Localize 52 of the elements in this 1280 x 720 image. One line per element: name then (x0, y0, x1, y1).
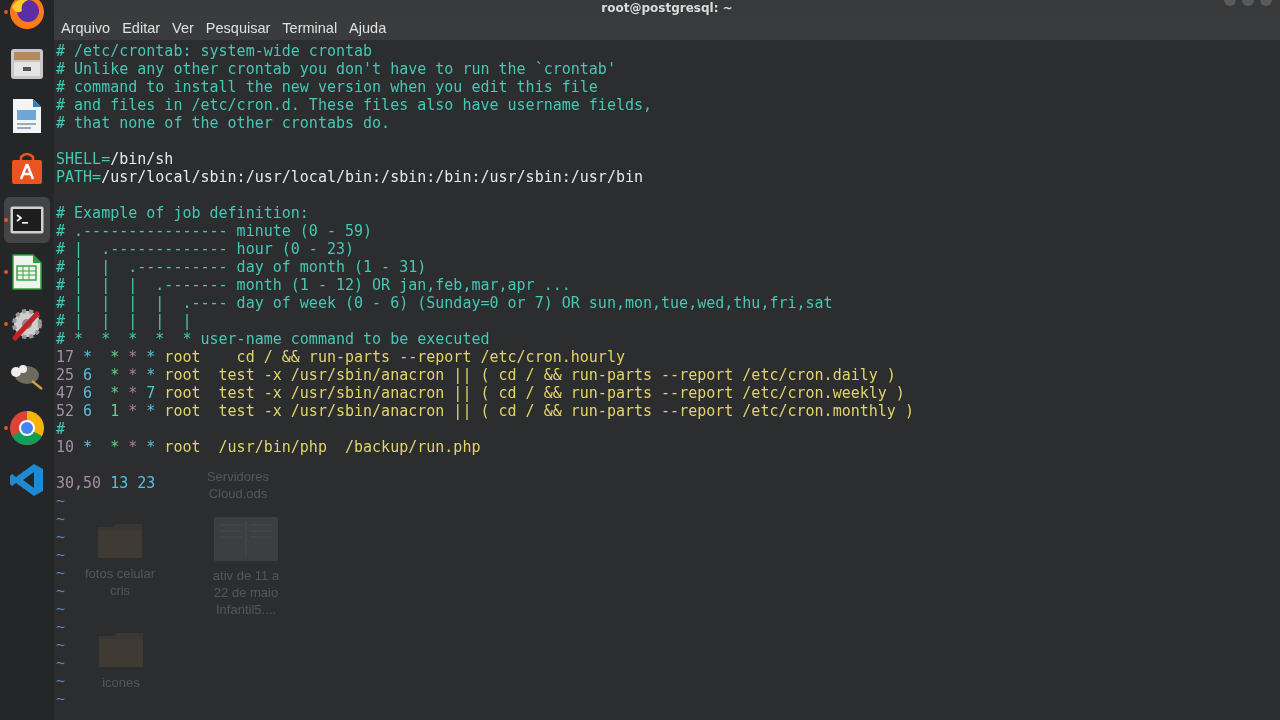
window-title: root@postgresql: ~ (601, 1, 733, 15)
color-wheel-icon (9, 410, 45, 446)
drawer-icon (10, 48, 44, 80)
dock-launcher[interactable] (4, 197, 50, 243)
empty-line-marker: ~ (56, 636, 66, 654)
code-line: 10 * * * * root /usr/bin/php /backup/run.php (56, 438, 481, 456)
empty-line-marker: ~ (56, 654, 66, 672)
code-line: # Unlike any other crontab you don't have to run the `crontab' (56, 60, 616, 78)
code-line: 25 6 * * * root test -x /usr/sbin/anacron || ( cd / && run-parts --report /etc/cron.daily ) (56, 366, 896, 384)
menu-item[interactable]: Editar (117, 20, 166, 36)
code-line: # | | | | .---- day of week (0 - 6) (Sunday=0 or 7) OR sun,mon,tue,wed,thu,fri,sat (56, 294, 833, 312)
empty-line-marker: ~ (56, 492, 66, 510)
empty-line-marker: ~ (56, 600, 66, 618)
empty-line-marker: ~ (56, 690, 66, 708)
code-line: PATH=/usr/local/sbin:/usr/local/bin:/sbin:/bin:/usr/sbin:/usr/bin (56, 168, 643, 186)
code-line: # .---------------- minute (0 - 59) (56, 222, 373, 240)
empty-line-marker: ~ (56, 510, 66, 528)
code-line: # | | | .------- month (1 - 12) OR jan,feb,mar,apr ... (56, 276, 571, 294)
code-line: # | | .---------- day of month (1 - 31) (56, 258, 427, 276)
code-line: # * * * * * user-name command to be executed (56, 330, 490, 348)
globe-icon (8, 0, 46, 31)
document-thumbnail-icon (214, 517, 278, 561)
menu-item[interactable]: Pesquisar (200, 20, 276, 36)
menu-item[interactable]: Ver (167, 20, 199, 36)
code-line: 30,50 13 23 (56, 474, 156, 492)
empty-line-marker: ~ (56, 546, 66, 564)
ribbon-icon (10, 463, 44, 497)
empty-line-marker: ~ (56, 528, 66, 546)
empty-line-marker: ~ (56, 672, 66, 690)
spreadsheet-icon (12, 254, 42, 290)
wrench-gear-icon (9, 306, 45, 342)
menu-item[interactable]: Terminal (277, 20, 343, 36)
code-line: # (56, 420, 66, 438)
terminal-icon (10, 206, 44, 234)
menu-item[interactable]: Ajuda (344, 20, 392, 36)
empty-line-marker: ~ (56, 564, 66, 582)
empty-line-marker: ~ (56, 582, 66, 600)
code-line: # /etc/crontab: system-wide crontab (56, 42, 373, 60)
document-icon (12, 98, 42, 134)
menu-item[interactable]: Arquivo (56, 20, 116, 36)
code-line: 17 * * * * root cd / && run-parts --report /etc/cron.hourly (56, 348, 625, 366)
code-line: # | | | | | (56, 312, 192, 330)
code-line: # command to install the new version when you edit this file (56, 78, 598, 96)
code-line: SHELL=/bin/sh (56, 150, 174, 168)
code-line: 52 6 1 * * root test -x /usr/sbin/anacron || ( cd / && run-parts --report /etc/cron.monthly ) (56, 402, 914, 420)
code-line: # and files in /etc/cron.d. These files also have username fields, (56, 96, 653, 114)
code-line: 47 6 * * 7 root test -x /usr/sbin/anacron || ( cd / && run-parts --report /etc/cron.weekly ) (56, 384, 905, 402)
code-line: # | .------------- hour (0 - 23) (56, 240, 354, 258)
code-line: # Example of job definition: (56, 204, 309, 222)
empty-line-marker: ~ (56, 618, 66, 636)
code-line: # that none of the other crontabs do. (56, 114, 391, 132)
shopping-bag-icon (10, 151, 44, 185)
